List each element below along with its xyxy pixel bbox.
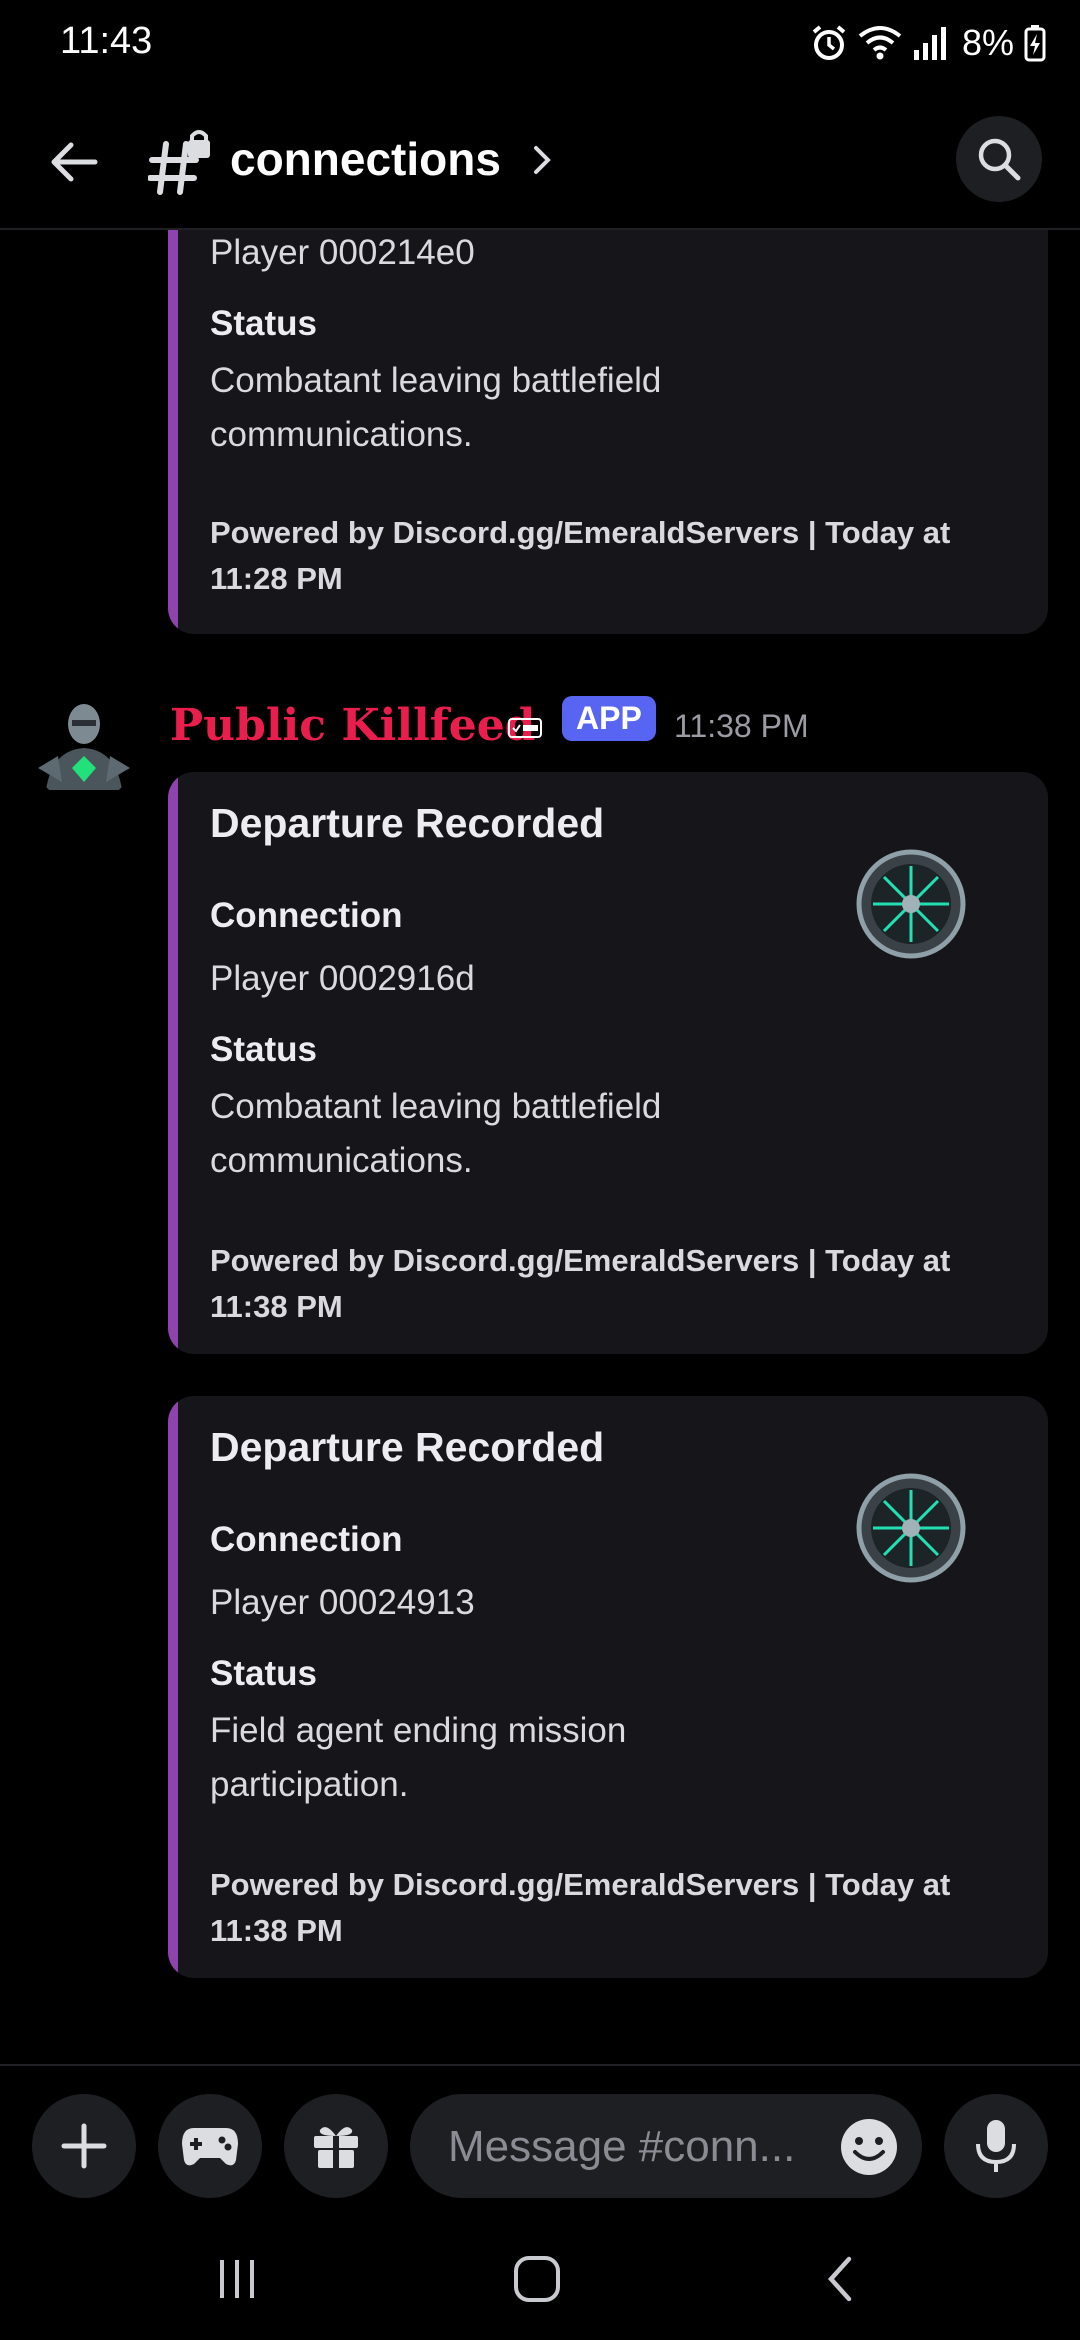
bot-tag bbox=[508, 718, 542, 738]
locked-channel-icon bbox=[147, 126, 212, 198]
message-composer bbox=[0, 2064, 1080, 2216]
embed-footer: Powered by Discord.gg/EmeraldServers | T… bbox=[210, 1867, 951, 1948]
embed-footer: Powered by Discord.gg/EmeraldServers | T… bbox=[210, 515, 951, 596]
field-name: Connection bbox=[210, 896, 403, 935]
message-input[interactable] bbox=[446, 2094, 820, 2200]
avatar[interactable] bbox=[28, 690, 140, 802]
channel-header: connections bbox=[0, 90, 1080, 230]
server-thumbnail bbox=[853, 1470, 969, 1586]
app-badge: APP bbox=[562, 696, 656, 741]
back-icon bbox=[827, 2256, 852, 2302]
status-icons: 8% bbox=[810, 22, 1046, 64]
embed-card: Departure Recorded Connection Player 000… bbox=[168, 1396, 1048, 1978]
add-attachment-button[interactable] bbox=[32, 2094, 136, 2198]
status-time: 11:43 bbox=[60, 20, 153, 62]
back-button[interactable] bbox=[40, 128, 108, 196]
nav-back-button[interactable] bbox=[796, 2244, 886, 2314]
alarm-icon bbox=[810, 24, 848, 62]
message-input-wrapper bbox=[410, 2094, 922, 2200]
wifi-icon bbox=[858, 24, 902, 62]
recents-icon bbox=[220, 2260, 254, 2298]
embed-card: Player 000214e0 Status Combatant leaving… bbox=[168, 230, 1048, 634]
gift-icon bbox=[314, 2127, 358, 2168]
search-button[interactable] bbox=[956, 116, 1042, 202]
home-icon bbox=[514, 2256, 560, 2302]
field-name: Status bbox=[210, 1654, 317, 1693]
field-value: Field agent ending mission participation… bbox=[210, 1711, 627, 1804]
embed-footer: Powered by Discord.gg/EmeraldServers | T… bbox=[210, 1243, 951, 1324]
field-name: Connection bbox=[210, 1520, 403, 1559]
search-icon bbox=[978, 138, 1021, 181]
voice-message-button[interactable] bbox=[944, 2094, 1048, 2198]
battery-percent: 8% bbox=[961, 22, 1014, 63]
plus-icon bbox=[61, 2123, 107, 2169]
recents-button[interactable] bbox=[192, 2244, 282, 2314]
status-bar: 11:43 8% bbox=[0, 0, 1080, 90]
field-name: Status bbox=[210, 304, 317, 343]
server-thumbnail bbox=[853, 846, 969, 962]
system-nav-bar bbox=[0, 2214, 1080, 2340]
author-name[interactable]: Public Killfeed bbox=[170, 700, 535, 751]
field-value: Player 000214e0 bbox=[210, 233, 475, 272]
signal-icon bbox=[912, 24, 952, 62]
field-value: Combatant leaving battlefield communicat… bbox=[210, 361, 662, 454]
gift-button[interactable] bbox=[284, 2094, 388, 2198]
message-list[interactable]: Player 000214e0 Status Combatant leaving… bbox=[0, 230, 1080, 2066]
channel-name[interactable]: connections bbox=[230, 132, 501, 186]
gamepad-icon bbox=[182, 2128, 238, 2166]
battery-charging-icon bbox=[1024, 24, 1046, 62]
home-button[interactable] bbox=[492, 2244, 582, 2314]
embed-title: Departure Recorded bbox=[210, 800, 605, 846]
field-value: Player 0002916d bbox=[210, 959, 475, 998]
field-name: Status bbox=[210, 1030, 317, 1069]
embed-card: Departure Recorded Connection Player 000… bbox=[168, 772, 1048, 1354]
emoji-button[interactable] bbox=[838, 2116, 900, 2178]
embed-title: Departure Recorded bbox=[210, 1424, 605, 1470]
microphone-icon bbox=[976, 2120, 1016, 2172]
field-value: Player 00024913 bbox=[210, 1583, 475, 1622]
message-timestamp: 11:38 PM bbox=[674, 708, 809, 744]
field-value: Combatant leaving battlefield communicat… bbox=[210, 1087, 662, 1180]
activities-button[interactable] bbox=[158, 2094, 262, 2198]
back-arrow-icon bbox=[51, 142, 98, 182]
chevron-right-icon[interactable] bbox=[530, 142, 554, 183]
emoji-icon bbox=[841, 2119, 897, 2175]
